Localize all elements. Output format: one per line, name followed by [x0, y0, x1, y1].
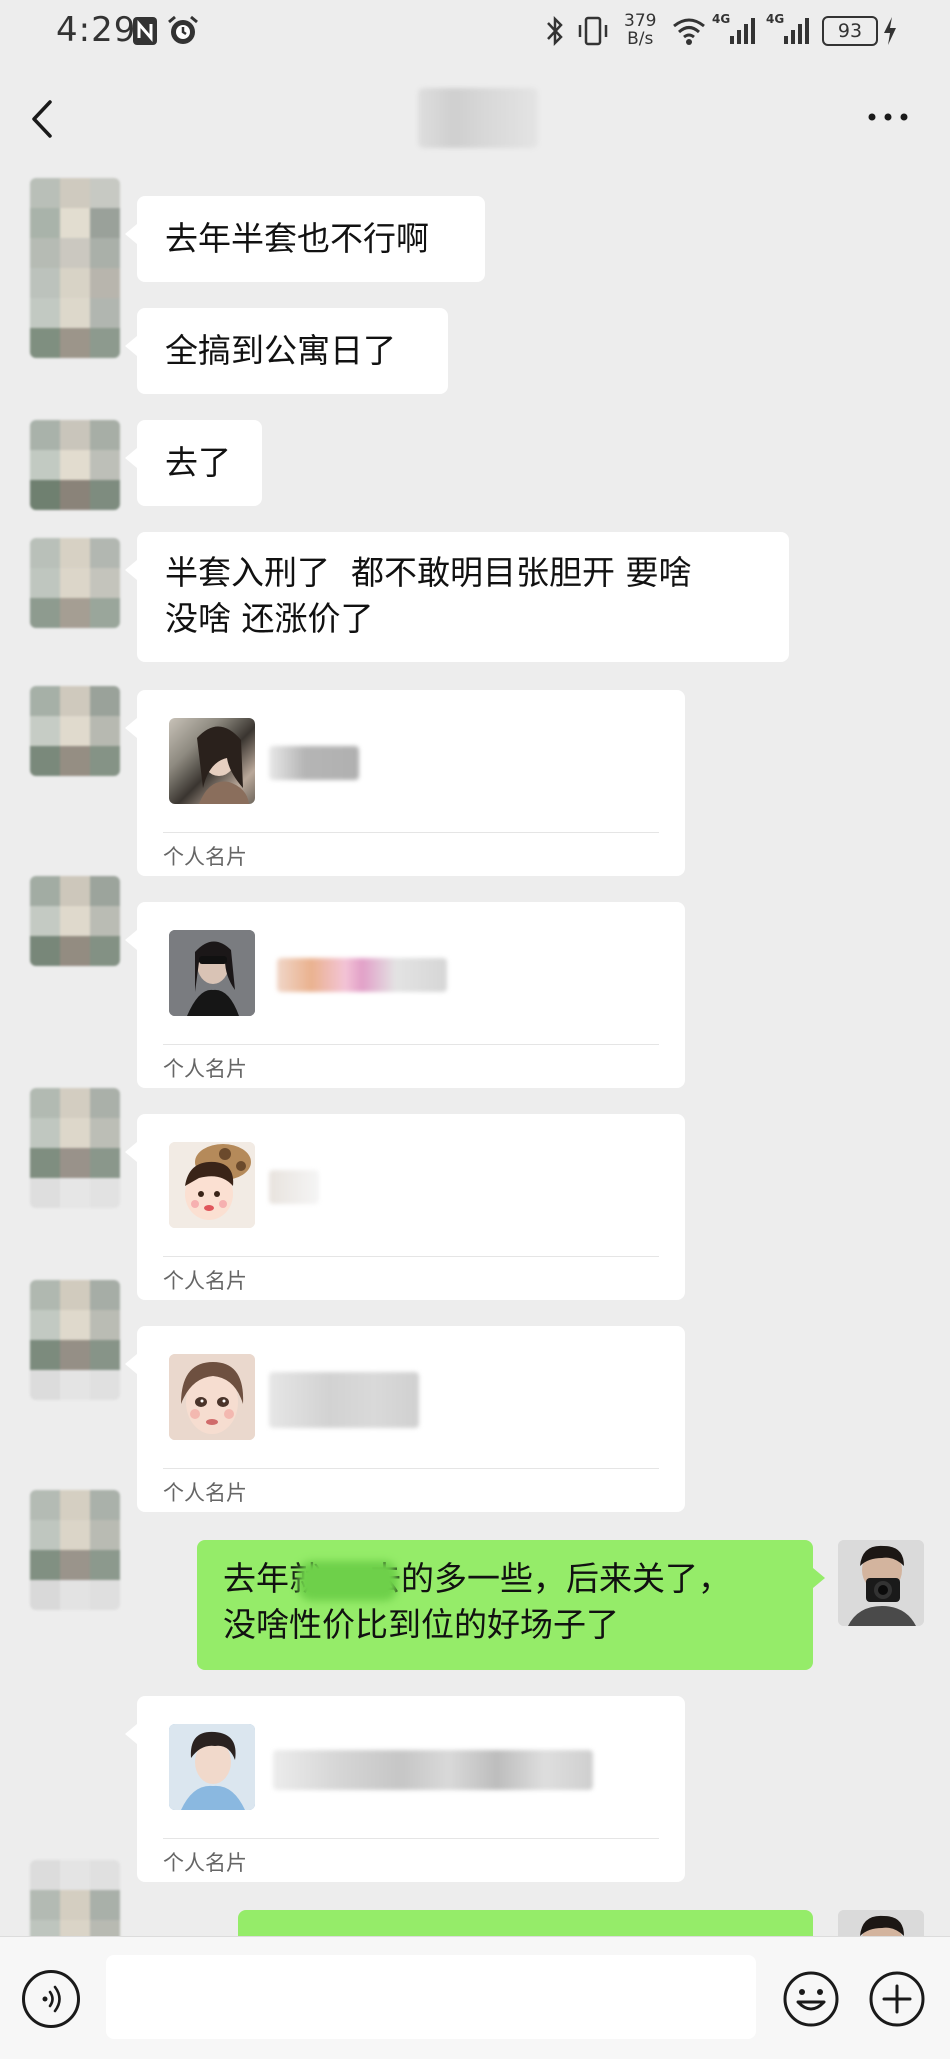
signal-icon-1: 4G [712, 12, 760, 48]
signal-label-1: 4G [712, 12, 731, 26]
chat-title-redacted [418, 88, 538, 148]
net-speed-value: 379 [624, 11, 657, 31]
sender-avatar-redacted[interactable] [30, 178, 120, 358]
card-divider [163, 1838, 659, 1839]
card-type-label: 个人名片 [163, 1057, 247, 1081]
message-text-line: 去年就 去的多一些，后来关了， [223, 1556, 787, 1602]
message-bubble-right[interactable]: 去年就 去的多一些，后来关了， 没啥性价比到位的好场子了 [197, 1540, 825, 1670]
sender-avatar-redacted[interactable] [30, 686, 120, 776]
message-text-line: 半套入刑了 都不敢明目张胆开 要啥 [165, 553, 692, 592]
card-divider [163, 1044, 659, 1045]
redacted-text-blur [298, 1560, 398, 1601]
sender-avatar-redacted[interactable] [30, 538, 120, 628]
signal-icon-2: 4G [766, 12, 814, 48]
card-divider [163, 1256, 659, 1257]
message-bubble-right[interactable] [238, 1910, 813, 1936]
net-speed: 379 B/s [624, 12, 656, 48]
contact-name-redacted [277, 958, 447, 992]
card-type-label: 个人名片 [163, 1481, 247, 1505]
avatar-photo-camera-person [838, 1910, 924, 1936]
contact-card[interactable]: 个人名片 [125, 1696, 685, 1882]
card-type-label: 个人名片 [163, 845, 247, 869]
sender-avatar-redacted[interactable] [30, 1280, 120, 1400]
message-bubble-left[interactable]: 去年半套也不行啊 [125, 196, 485, 282]
voice-icon [42, 1985, 61, 2013]
contact-card[interactable]: 个人名片 [125, 1114, 685, 1300]
message-text-fragment: 去的多一些，后来关了， [368, 1559, 731, 1598]
sender-avatar-redacted[interactable] [30, 1860, 120, 1936]
nfc-icon [132, 16, 158, 46]
emoji-icon [783, 1971, 839, 2027]
avatar-photo-camera-person [838, 1540, 924, 1626]
message-list[interactable]: 去年半套也不行啊 全搞到公寓日了 去了 半套入刑了 都不敢明目张胆开 要啥 没啥… [0, 174, 950, 1936]
message-text: 去了 [165, 443, 231, 482]
status-time: 4:29 [56, 10, 137, 50]
sender-avatar-redacted[interactable] [30, 876, 120, 966]
input-bar [0, 1936, 950, 2059]
contact-name-redacted [273, 1750, 593, 1790]
card-divider [163, 832, 659, 833]
net-speed-unit: B/s [627, 29, 654, 49]
contact-name-redacted [269, 1372, 419, 1428]
contact-card[interactable]: 个人名片 [125, 1326, 685, 1512]
contact-card[interactable]: 个人名片 [125, 690, 685, 876]
card-avatar-photo [169, 1142, 255, 1228]
bluetooth-icon [544, 14, 566, 48]
contact-card[interactable]: 个人名片 [125, 902, 685, 1088]
message-input[interactable] [106, 1955, 756, 2039]
chat-header [0, 66, 950, 174]
message-bubble-left[interactable]: 去了 [125, 420, 262, 506]
charging-icon [882, 16, 898, 46]
sender-avatar-redacted[interactable] [30, 1490, 120, 1610]
battery-level: 93 [837, 20, 863, 42]
more-functions-button[interactable] [868, 1970, 926, 2028]
voice-button[interactable] [22, 1970, 80, 2028]
card-avatar-photo [169, 718, 255, 804]
card-avatar-photo [169, 1724, 255, 1810]
more-dots-icon [868, 113, 908, 121]
status-bar: 4:29 379 B/s 4G 4G 93 [0, 0, 950, 66]
message-text: 全搞到公寓日了 [165, 331, 396, 370]
contact-name-redacted [269, 1170, 319, 1204]
message-bubble-left[interactable]: 全搞到公寓日了 [125, 308, 448, 394]
sender-avatar-redacted[interactable] [30, 1088, 120, 1208]
alarm-icon [166, 14, 200, 48]
wifi-icon [672, 16, 706, 46]
card-divider [163, 1468, 659, 1469]
signal-label-2: 4G [766, 12, 785, 26]
plus-icon [869, 1971, 925, 2027]
emoji-button[interactable] [782, 1970, 840, 2028]
contact-name-redacted [269, 746, 359, 780]
sender-avatar-redacted[interactable] [30, 420, 120, 510]
more-button[interactable] [866, 102, 910, 132]
message-text: 去年半套也不行啊 [165, 219, 429, 258]
self-avatar[interactable] [838, 1910, 924, 1936]
card-type-label: 个人名片 [163, 1851, 247, 1875]
card-avatar-photo [169, 1354, 255, 1440]
message-text-line: 没啥性价比到位的好场子了 [223, 1605, 619, 1644]
message-bubble-left[interactable]: 半套入刑了 都不敢明目张胆开 要啥 没啥 还涨价了 [125, 532, 789, 662]
chevron-left-icon [32, 100, 52, 138]
message-text-line: 没啥 还涨价了 [165, 599, 374, 638]
card-type-label: 个人名片 [163, 1269, 247, 1293]
vibrate-icon [576, 14, 610, 48]
self-avatar[interactable] [838, 1540, 924, 1626]
battery-icon: 93 [822, 16, 878, 46]
card-avatar-photo [169, 930, 255, 1016]
back-button[interactable] [24, 94, 64, 144]
